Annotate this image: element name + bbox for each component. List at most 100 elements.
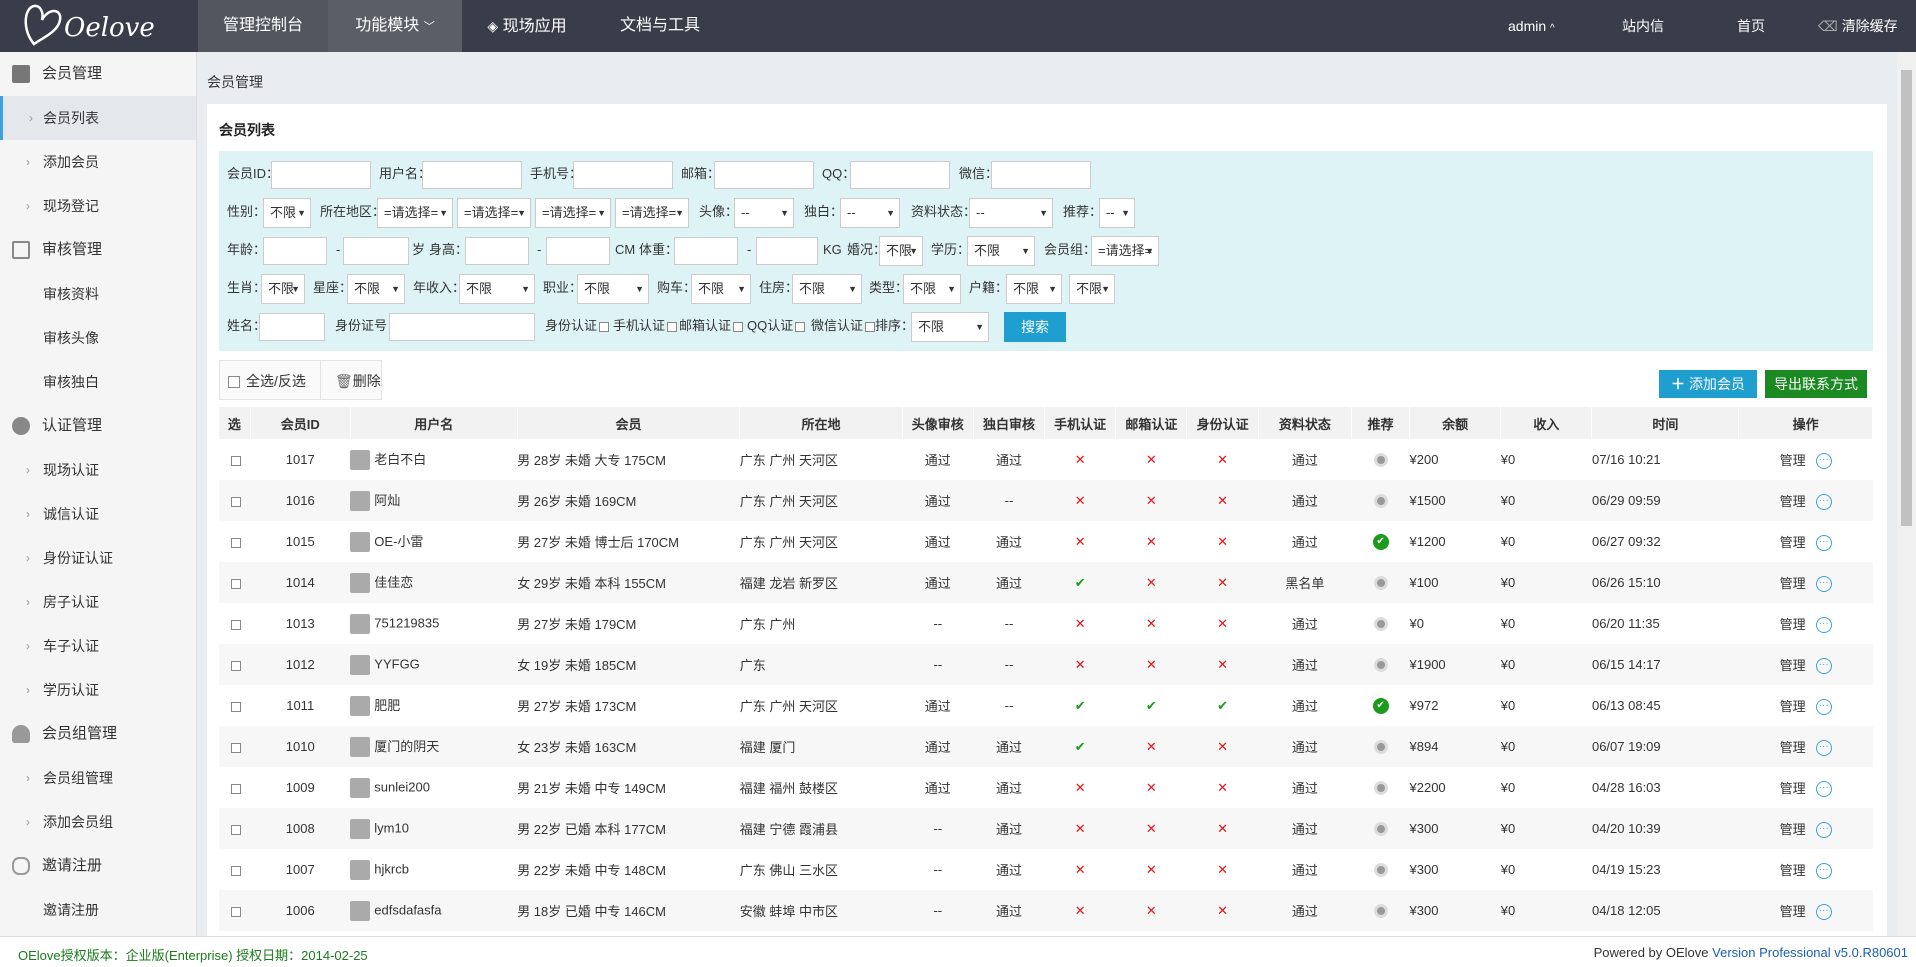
row-checkbox[interactable] [230,578,241,589]
province-select[interactable]: =请选择= [377,198,453,228]
sidebar-item-education-verify[interactable]: › 学历认证 [0,668,196,712]
manage-link[interactable]: 管理 [1780,699,1806,714]
nav-modules[interactable]: 功能模块 ﹀ [328,0,462,52]
more-icon[interactable]: ··· [1815,494,1832,511]
qq-auth-check[interactable]: QQ认证 [747,311,806,341]
cell-username[interactable]: 老白不白 [350,439,517,480]
delete-button[interactable]: 🗑删除 [320,360,382,400]
email-auth-check[interactable]: 邮箱认证 [679,311,744,341]
phone-auth-checkbox[interactable] [667,321,678,332]
qq-auth-checkbox[interactable] [795,321,806,332]
wechat-auth-check[interactable]: 微信认证 [811,311,876,341]
sidebar-group-member-groups[interactable]: 会员组管理 [0,712,196,756]
phone-input[interactable] [573,161,673,189]
district-select[interactable]: =请选择= [535,198,611,228]
cell-recommend[interactable] [1352,849,1410,890]
sidebar-item-member-list[interactable]: › 会员列表 [0,96,196,140]
cell-username[interactable]: lym10 [350,808,518,849]
row-checkbox[interactable] [230,783,241,794]
logo[interactable]: Oelove [20,0,198,52]
manage-link[interactable]: 管理 [1780,576,1806,591]
manage-link[interactable]: 管理 [1780,658,1806,673]
nav-docs[interactable]: 文档与工具 [606,0,714,52]
qq-input[interactable] [850,161,950,189]
sidebar-item-group-manage[interactable]: › 会员组管理 [0,756,196,800]
manage-link[interactable]: 管理 [1780,904,1806,919]
sidebar-item-idcard-verify[interactable]: › 身份证认证 [0,536,196,580]
wechat-auth-checkbox[interactable] [865,321,876,332]
more-icon[interactable]: ··· [1815,576,1832,593]
row-checkbox[interactable] [230,660,241,671]
row-checkbox[interactable] [230,496,241,507]
more-icon[interactable]: ··· [1815,740,1832,757]
car-select[interactable]: 不限 [691,274,751,304]
star-select[interactable]: 不限 [347,274,405,304]
sidebar-item-onsite-register[interactable]: › 现场登记 [0,184,196,228]
id-auth-check[interactable]: 身份认证 [545,311,610,341]
weight-max-input[interactable] [756,237,818,265]
manage-link[interactable]: 管理 [1780,453,1806,468]
search-button[interactable]: 搜索 [1004,312,1066,342]
cell-username[interactable]: OE-小雷 [350,521,517,562]
select-all-button[interactable]: 全选/反选 [219,360,321,400]
cell-username[interactable]: hjkrcb [350,849,517,890]
education-select[interactable]: 不限 [967,236,1035,266]
sidebar-item-review-avatar[interactable]: 审核头像 [0,316,196,360]
name-input[interactable] [259,313,325,341]
gender-select[interactable]: 不限 [263,198,311,228]
manage-link[interactable]: 管理 [1780,494,1806,509]
row-checkbox[interactable] [230,742,241,753]
sidebar-group-invite[interactable]: 邀请注册 [0,844,196,888]
height-max-input[interactable] [546,237,610,265]
recommend-select[interactable]: -- [1099,198,1135,228]
more-icon[interactable]: ··· [1815,617,1832,634]
monologue-select[interactable]: -- [840,198,900,228]
sidebar-item-review-profile[interactable]: 审核资料 [0,272,196,316]
phone-auth-check[interactable]: 手机认证 [613,311,678,341]
manage-link[interactable]: 管理 [1780,617,1806,632]
email-auth-checkbox[interactable] [733,321,744,332]
weight-min-input[interactable] [674,237,738,265]
sort-select[interactable]: 不限 [911,312,989,342]
manage-link[interactable]: 管理 [1780,740,1806,755]
user-menu[interactable]: admin ^ [1508,0,1555,52]
version-link[interactable]: Version Professional v5.0.R80601 [1712,945,1908,960]
cell-recommend[interactable] [1352,439,1410,480]
more-icon[interactable]: ··· [1815,453,1832,470]
job-select[interactable]: 不限 [577,274,649,304]
avatar-select[interactable]: -- [734,198,794,228]
clear-cache-button[interactable]: ⌫ 清除缓存 [1818,0,1898,52]
member-id-input[interactable] [271,161,371,189]
username-input[interactable] [422,161,522,189]
cell-recommend[interactable] [1351,480,1410,521]
row-checkbox[interactable] [230,619,241,630]
sidebar-group-review[interactable]: 审核管理 [0,228,196,272]
house-select[interactable]: 不限 [792,274,862,304]
sidebar-item-house-verify[interactable]: › 房子认证 [0,580,196,624]
page-scrollbar[interactable] [1897,52,1916,936]
more-icon[interactable]: ··· [1815,781,1832,798]
sidebar-item-add-member[interactable]: › 添加会员 [0,140,196,184]
cell-recommend[interactable]: ✔ [1352,685,1410,726]
row-checkbox[interactable] [230,537,241,548]
age-max-input[interactable] [343,237,409,265]
city-select[interactable]: =请选择= [457,198,531,228]
type-select[interactable]: 不限 [903,274,961,304]
nav-home[interactable]: 首页 [1737,0,1765,52]
age-min-input[interactable] [263,237,327,265]
manage-link[interactable]: 管理 [1780,535,1806,550]
more-icon[interactable]: ··· [1815,822,1832,839]
nav-messages[interactable]: 站内信 [1622,0,1664,52]
cell-username[interactable]: 肥肥 [350,685,517,726]
sidebar-item-review-monologue[interactable]: 审核独白 [0,360,196,404]
cell-username[interactable]: sunlei200 [350,767,517,808]
email-input[interactable] [714,161,814,189]
cell-recommend[interactable] [1351,644,1410,685]
more-icon[interactable]: ··· [1815,904,1832,921]
idcard-input[interactable] [389,313,535,341]
more-icon[interactable]: ··· [1815,699,1832,716]
row-checkbox[interactable] [230,906,241,917]
cell-recommend[interactable] [1351,726,1410,767]
cell-recommend[interactable] [1351,890,1410,931]
nav-onsite[interactable]: ◈ 现场应用 [462,0,592,52]
